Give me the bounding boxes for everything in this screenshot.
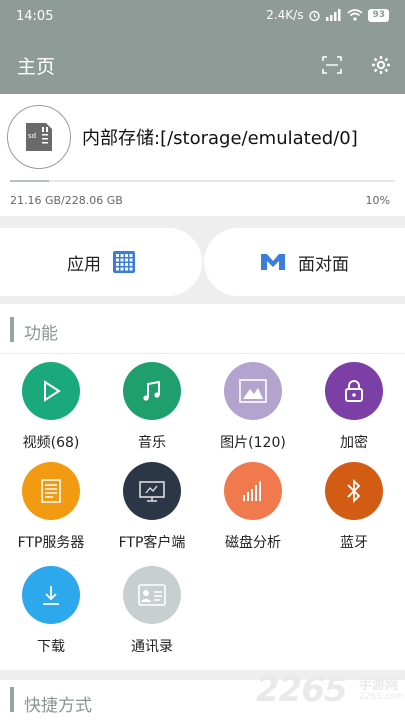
storage-progress-fill <box>10 180 49 182</box>
tab-apps[interactable]: 应用 <box>0 228 202 296</box>
music-note-icon <box>123 362 181 420</box>
features-section: 功能 视频(68) 音乐 图片(120) 加密 FTP服务器 FTP客户端 磁盘… <box>0 304 405 670</box>
watermark-cn: 手游网 <box>359 678 399 693</box>
feature-video[interactable]: 视频(68) <box>1 362 101 462</box>
section-accent-bar <box>10 317 14 342</box>
feature-ftp-server[interactable]: FTP服务器 <box>1 462 101 562</box>
gear-icon[interactable] <box>369 53 393 77</box>
signal-icon <box>326 9 341 21</box>
status-bar: 14:05 2.4K/s 93 <box>0 0 405 34</box>
feature-label: 磁盘分析 <box>225 535 281 551</box>
app-bar: 主页 <box>0 34 405 94</box>
image-icon <box>224 362 282 420</box>
watermark-url: 2265.com <box>359 692 404 702</box>
feature-label: FTP客户端 <box>118 535 186 551</box>
play-icon <box>22 362 80 420</box>
scan-icon[interactable] <box>320 53 344 77</box>
feature-label: 下载 <box>37 639 65 655</box>
feature-encrypt[interactable]: 加密 <box>304 362 404 462</box>
face-to-face-icon <box>261 254 285 270</box>
features-header: 功能 <box>0 304 405 354</box>
tab-face-to-face-label: 面对面 <box>298 254 349 275</box>
disk-analysis-icon <box>224 462 282 520</box>
feature-ftp-client[interactable]: FTP客户端 <box>102 462 202 562</box>
feature-label: 视频(68) <box>22 435 80 451</box>
svg-text:sd: sd <box>28 132 36 140</box>
tab-face-to-face[interactable]: 面对面 <box>204 228 405 296</box>
grid-icon <box>113 251 135 273</box>
watermark-logo: 2265 手游网 2265.com <box>256 668 404 716</box>
status-indicators: 2.4K/s 93 <box>266 8 389 22</box>
feature-images[interactable]: 图片(120) <box>203 362 303 462</box>
storage-path: 内部存储:[/storage/emulated/0] <box>82 128 358 149</box>
net-speed: 2.4K/s <box>266 8 304 22</box>
storage-progress-bar <box>10 180 395 182</box>
feature-download[interactable]: 下载 <box>1 566 101 666</box>
ftp-client-icon <box>123 462 181 520</box>
tab-apps-label: 应用 <box>67 254 101 275</box>
watermark-number: 2265 <box>256 670 348 710</box>
status-time: 14:05 <box>16 9 54 24</box>
storage-used: 21.16 GB/228.06 GB <box>10 194 123 207</box>
feature-contacts[interactable]: 通讯录 <box>102 566 202 666</box>
section-title: 功能 <box>24 324 58 344</box>
feature-label: 蓝牙 <box>340 535 368 551</box>
feature-label: 通讯录 <box>131 639 173 655</box>
feature-label: 图片(120) <box>220 435 286 451</box>
contacts-icon <box>123 566 181 624</box>
tab-row: 应用 面对面 <box>0 228 405 296</box>
section-accent-bar <box>10 687 14 712</box>
page-title: 主页 <box>17 56 56 78</box>
sd-card-icon: sd <box>7 105 71 169</box>
download-icon <box>22 566 80 624</box>
feature-bluetooth[interactable]: 蓝牙 <box>304 462 404 562</box>
alarm-icon <box>309 10 321 21</box>
wifi-icon <box>347 9 363 21</box>
feature-label: 音乐 <box>138 435 166 451</box>
bluetooth-icon <box>325 462 383 520</box>
storage-card[interactable]: sd 内部存储:[/storage/emulated/0] 21.16 GB/2… <box>0 94 405 216</box>
feature-label: FTP服务器 <box>17 535 85 551</box>
lock-icon <box>325 362 383 420</box>
section-title: 快捷方式 <box>24 696 92 716</box>
storage-percent: 10% <box>365 194 390 207</box>
ftp-server-icon <box>22 462 80 520</box>
feature-music[interactable]: 音乐 <box>102 362 202 462</box>
feature-label: 加密 <box>340 435 368 451</box>
battery-icon: 93 <box>368 8 389 22</box>
feature-disk-analysis[interactable]: 磁盘分析 <box>203 462 303 562</box>
